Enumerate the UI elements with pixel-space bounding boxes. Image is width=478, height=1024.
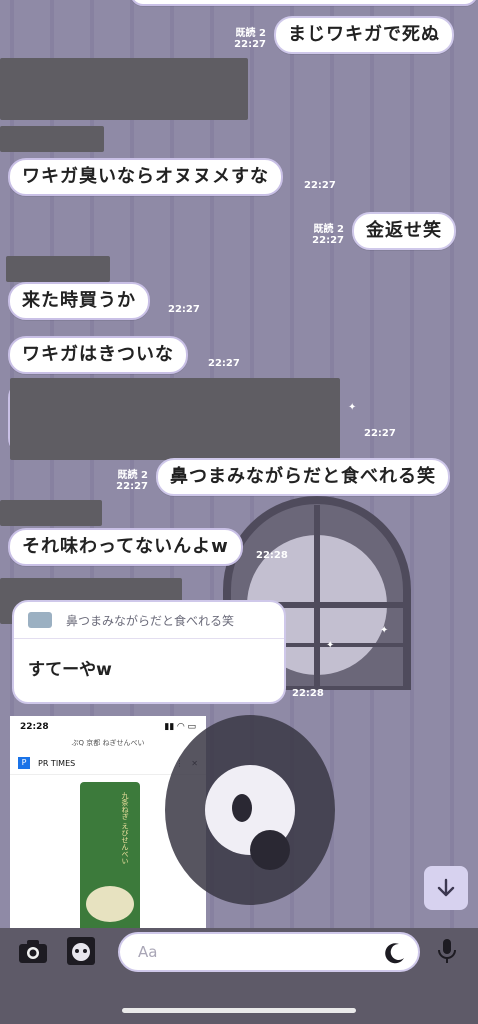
message-bubble[interactable]: まじワキガで死ぬ bbox=[274, 16, 454, 54]
reply-message[interactable]: 鼻つまみながらだと食べれる笑 すてーやw bbox=[12, 600, 286, 704]
read-status: 既読 2 22:27 bbox=[234, 28, 266, 50]
message-bubble[interactable]: それ味わってないんよw bbox=[8, 528, 243, 566]
message-text: すてーやw bbox=[28, 660, 112, 680]
message-bubble[interactable]: ワキガはきついな bbox=[8, 336, 188, 374]
chat-area[interactable]: 既読 2 22:27 まじワキガで死ぬ ワキガ臭いならオヌヌメすな 22:27 既… bbox=[0, 0, 478, 928]
message-time: 22:27 bbox=[168, 304, 200, 315]
message-text: 金返せ笑 bbox=[366, 220, 442, 241]
product-package: 九条ねぎ えびせんべい bbox=[80, 782, 140, 928]
message-time: 22:27 bbox=[208, 358, 240, 369]
message-text: 鼻つまみながらだと食べれる笑 bbox=[170, 466, 436, 487]
home-indicator bbox=[122, 1008, 356, 1013]
message-bubble[interactable]: 来た時買うか bbox=[8, 282, 150, 320]
sticker-photo-icon bbox=[67, 937, 95, 965]
camera-button[interactable] bbox=[18, 936, 48, 966]
microphone-icon bbox=[438, 939, 456, 963]
redacted-name bbox=[0, 126, 104, 152]
message-input[interactable]: Aa bbox=[118, 932, 420, 972]
emoji-button[interactable] bbox=[384, 942, 406, 968]
message-text: 来た時買うか bbox=[22, 290, 136, 311]
photo-button[interactable] bbox=[66, 936, 96, 966]
read-status: 既読 2 22:27 bbox=[116, 470, 148, 492]
quoted-avatar bbox=[28, 612, 52, 628]
read-status: 既読 2 22:27 bbox=[312, 224, 344, 246]
arrow-down-icon bbox=[437, 878, 455, 897]
sparkle-icon: ✦ bbox=[348, 402, 357, 413]
moon-icon bbox=[385, 943, 404, 964]
sparkle-icon: ✦ bbox=[380, 625, 389, 636]
message-text: まじワキガで死ぬ bbox=[288, 24, 440, 45]
microphone-button[interactable] bbox=[432, 936, 462, 966]
partial-bubble bbox=[130, 0, 478, 6]
message-text: ワキガ臭いならオヌヌメすな bbox=[22, 166, 269, 187]
message-text: それ味わってないんよw bbox=[22, 536, 229, 557]
redacted-message bbox=[10, 378, 340, 460]
redacted-name bbox=[0, 500, 102, 526]
scroll-down-button[interactable] bbox=[424, 866, 468, 910]
redacted-block bbox=[0, 58, 248, 120]
message-bubble[interactable]: 金返せ笑 bbox=[352, 212, 456, 250]
cracker-image bbox=[86, 886, 134, 922]
camera-icon bbox=[19, 940, 47, 963]
message-bubble[interactable]: 鼻つまみながらだと食べれる笑 bbox=[156, 458, 450, 496]
quoted-text: 鼻つまみながらだと食べれる笑 bbox=[66, 613, 235, 628]
sparkle-icon: ✦ bbox=[326, 640, 335, 651]
message-time: 22:27 bbox=[304, 180, 336, 191]
quoted-message[interactable]: 鼻つまみながらだと食べれる笑 bbox=[14, 602, 284, 639]
character-decoration bbox=[165, 715, 335, 905]
message-text: ワキガはきついな bbox=[22, 344, 174, 365]
redacted-name bbox=[6, 256, 110, 282]
message-bubble[interactable]: ワキガ臭いならオヌヌメすな bbox=[8, 158, 283, 196]
message-time: 22:28 bbox=[256, 550, 288, 561]
message-input-placeholder: Aa bbox=[138, 943, 158, 961]
message-time: 22:27 bbox=[364, 428, 396, 439]
